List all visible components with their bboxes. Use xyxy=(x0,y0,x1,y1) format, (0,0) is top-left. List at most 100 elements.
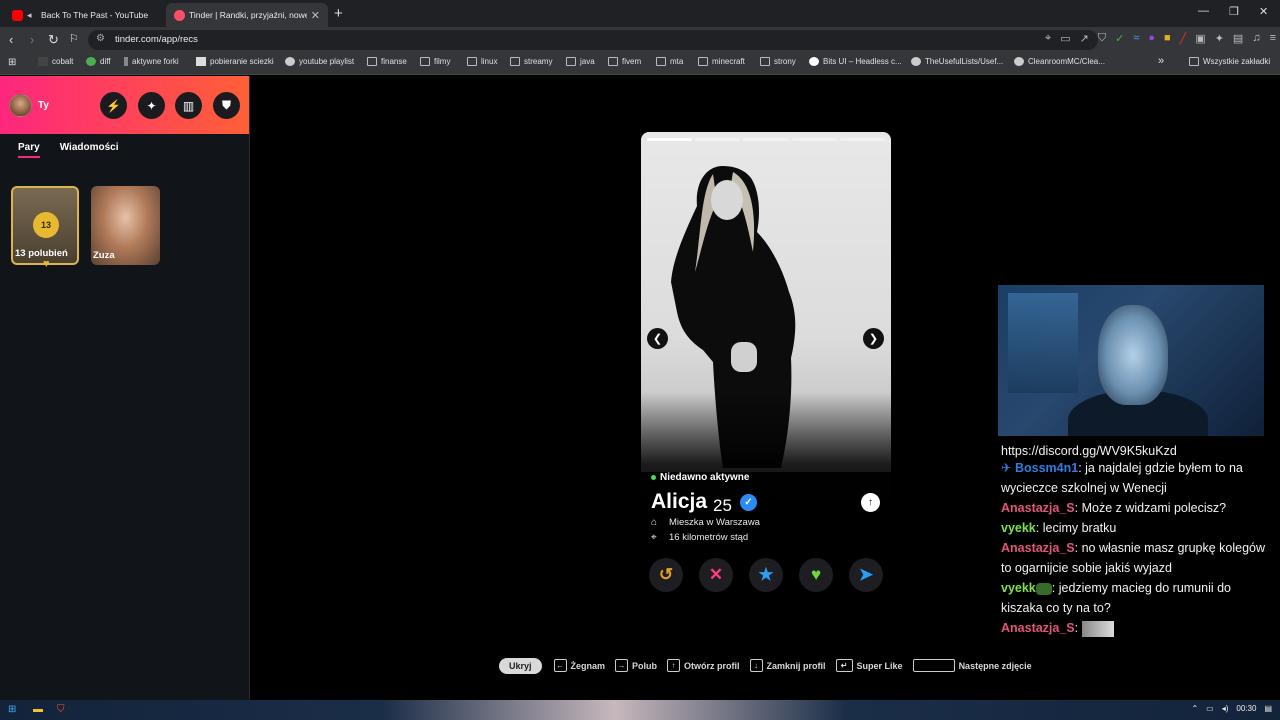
back-icon[interactable]: ‹ xyxy=(9,32,13,47)
send-button[interactable]: ➤ xyxy=(849,558,883,592)
avatar[interactable] xyxy=(9,94,32,117)
bookmark-mta[interactable]: mta xyxy=(656,57,683,66)
extensions-puzzle-icon[interactable]: ✦ xyxy=(1215,32,1224,45)
extension-red-icon[interactable]: ╱ xyxy=(1180,32,1187,45)
close-window-button[interactable]: ✕ xyxy=(1259,5,1268,18)
close-tab-icon[interactable]: ✕ xyxy=(311,9,320,22)
windows-start-icon[interactable]: ⊞ xyxy=(8,704,20,716)
bookmark-usefullists[interactable]: TheUsefulLists/Usef... xyxy=(911,57,1003,66)
tab-tinder[interactable]: Tinder | Randki, przyjaźni, nowe z ✕ xyxy=(166,3,328,27)
next-photo-button[interactable]: ❯ xyxy=(863,328,884,349)
chat-username: vyekk xyxy=(1001,581,1036,595)
chat-message: vyekk: lecimy bratku xyxy=(1001,518,1271,538)
chat-message: Anastazja_S: xyxy=(1001,618,1271,638)
bookmark-finanse[interactable]: finanse xyxy=(367,57,407,66)
boost-button[interactable]: ⚡ xyxy=(100,92,127,119)
bookmark-strony[interactable]: strony xyxy=(760,57,796,66)
stream-chat: https://discord.gg/WV9K5kuKzd ✈ Bossm4n1… xyxy=(1001,444,1271,638)
extension-purple-icon[interactable]: ● xyxy=(1148,32,1155,45)
all-bookmarks[interactable]: Wszystkie zakładki xyxy=(1189,57,1270,66)
bookmark-aktywne-forki[interactable]: aktywne forki xyxy=(124,57,179,66)
webcam-background-window xyxy=(1008,293,1078,393)
tab-pary[interactable]: Pary xyxy=(18,142,40,158)
tab-wiadomosci[interactable]: Wiadomości xyxy=(60,142,119,158)
menu-icon[interactable]: ≡ xyxy=(1270,32,1276,45)
notifications-icon[interactable]: ▤ xyxy=(1264,704,1272,713)
brave-browser-icon[interactable]: ⛉ xyxy=(57,704,69,716)
bookmark-java[interactable]: java xyxy=(566,57,595,66)
like-button[interactable]: ♥ xyxy=(799,558,833,592)
open-profile-button[interactable]: ↑ xyxy=(861,493,880,512)
bookmark-linux[interactable]: linux xyxy=(467,57,497,66)
bookmark-page-icon[interactable]: ⚐ xyxy=(69,32,79,45)
chat-message: vyekk: jedziemy macieg do rumunii do kis… xyxy=(1001,578,1271,618)
bookmark-cobalt[interactable]: cobalt xyxy=(38,57,73,66)
tray-chevron-icon[interactable]: ⌃ xyxy=(1191,704,1198,713)
youtube-icon xyxy=(12,9,23,21)
reload-icon[interactable]: ↻ xyxy=(48,32,59,48)
extension-dark-icon[interactable]: ▣ xyxy=(1195,32,1205,45)
bits-icon xyxy=(809,57,819,66)
brave-shield-icon[interactable]: ⛉ xyxy=(1098,32,1106,45)
network-icon[interactable]: ▭ xyxy=(1206,704,1214,713)
volume-icon[interactable]: ◂) xyxy=(1222,704,1229,713)
system-tray: ⌃ ▭ ◂) 00:30 ▤ xyxy=(1191,704,1272,713)
bookmark-youtube-playlist[interactable]: youtube playlist xyxy=(285,57,354,66)
hide-shortcuts-button[interactable]: Ukryj xyxy=(499,657,542,674)
extension-check-icon[interactable]: ✓ xyxy=(1115,32,1124,45)
shortcut-super-like: ↵ Super Like xyxy=(835,659,903,672)
install-icon[interactable]: ▭ xyxy=(1060,32,1070,45)
likes-card[interactable]: 13 13 polubień ♥ xyxy=(11,186,79,270)
briefcase-button[interactable]: ▥ xyxy=(175,92,202,119)
super-like-button[interactable]: ★ xyxy=(749,558,783,592)
profile-label[interactable]: Ty xyxy=(38,100,49,111)
lightning-icon: ⚡ xyxy=(106,98,121,113)
profile-residence: ⌂ Mieszka w Warszawa xyxy=(651,517,760,528)
bookmark-minecraft[interactable]: minecraft xyxy=(698,57,745,66)
chat-username: Anastazja_S xyxy=(1001,621,1075,635)
folder-icon xyxy=(1189,57,1199,66)
bookmarks-bar: ⊞ cobalt diff aktywne forki pobieranie s… xyxy=(0,53,1280,75)
extension-yellow-icon[interactable]: ■ xyxy=(1164,32,1171,45)
file-explorer-icon[interactable]: ▬ xyxy=(33,704,45,716)
bookmark-filmy[interactable]: filmy xyxy=(420,57,450,66)
bookmark-streamy[interactable]: streamy xyxy=(510,57,552,66)
forward-icon[interactable]: › xyxy=(30,32,34,47)
restore-button[interactable]: ❐ xyxy=(1229,5,1239,18)
location-icon[interactable]: ⌖ xyxy=(1045,32,1051,45)
bookmarks-overflow-button[interactable]: » xyxy=(1158,55,1164,67)
chevron-left-icon: ❮ xyxy=(652,333,663,345)
bookmark-bits-ui[interactable]: Bits UI – Headless c... xyxy=(809,57,902,66)
bookmark-pobieranie[interactable]: pobieranie sciezki xyxy=(196,57,274,66)
folder-icon xyxy=(760,57,770,66)
bookmark-cleanroommc[interactable]: CleanroomMC/Clea... xyxy=(1014,57,1105,66)
enter-key-icon: ↵ xyxy=(835,659,853,672)
arrow-right-key-icon: → xyxy=(615,659,629,672)
url-text[interactable]: tinder.com/app/recs xyxy=(115,34,198,45)
extension-wave-icon[interactable]: ≈ xyxy=(1133,32,1139,45)
tab-youtube[interactable]: ◂ Back To The Past - YouTube xyxy=(4,3,162,27)
shortcut-next-photo: Następne zdjęcie xyxy=(912,659,1032,672)
safety-button[interactable]: ⛊ xyxy=(213,92,240,119)
share-icon[interactable]: ↗ xyxy=(1080,32,1089,45)
bookmark-diff[interactable]: diff xyxy=(86,57,111,66)
clock[interactable]: 00:30 xyxy=(1236,704,1256,713)
profile-age: 25 xyxy=(713,496,732,515)
nope-button[interactable]: ✕ xyxy=(699,558,733,592)
profile-card[interactable]: ❮ ❯ Niedawno aktywne Alicja 25 ✓ ↑ ⌂ Mie… xyxy=(641,132,891,598)
profile-distance: ⌖ 16 kilometrów stąd xyxy=(651,532,749,543)
rewind-icon: ↺ xyxy=(658,565,674,584)
rewind-button[interactable]: ↺ xyxy=(649,558,683,592)
site-settings-icon[interactable]: ⚙ xyxy=(96,33,105,44)
sidebar-toggle-icon[interactable]: ▤ xyxy=(1233,32,1243,45)
new-tab-button[interactable]: + xyxy=(334,5,343,22)
bookmark-fivem[interactable]: fivem xyxy=(608,57,641,66)
apps-grid-icon[interactable]: ⊞ xyxy=(8,57,16,68)
explore-button[interactable]: ✦ xyxy=(138,92,165,119)
url-bar[interactable]: ⚙ tinder.com/app/recs xyxy=(88,30,1098,50)
media-icon[interactable]: ♫ xyxy=(1252,32,1260,45)
match-card[interactable]: Zuza xyxy=(91,186,160,265)
previous-photo-button[interactable]: ❮ xyxy=(647,328,668,349)
minimize-button[interactable]: — xyxy=(1198,5,1209,17)
online-dot-icon xyxy=(651,475,656,480)
